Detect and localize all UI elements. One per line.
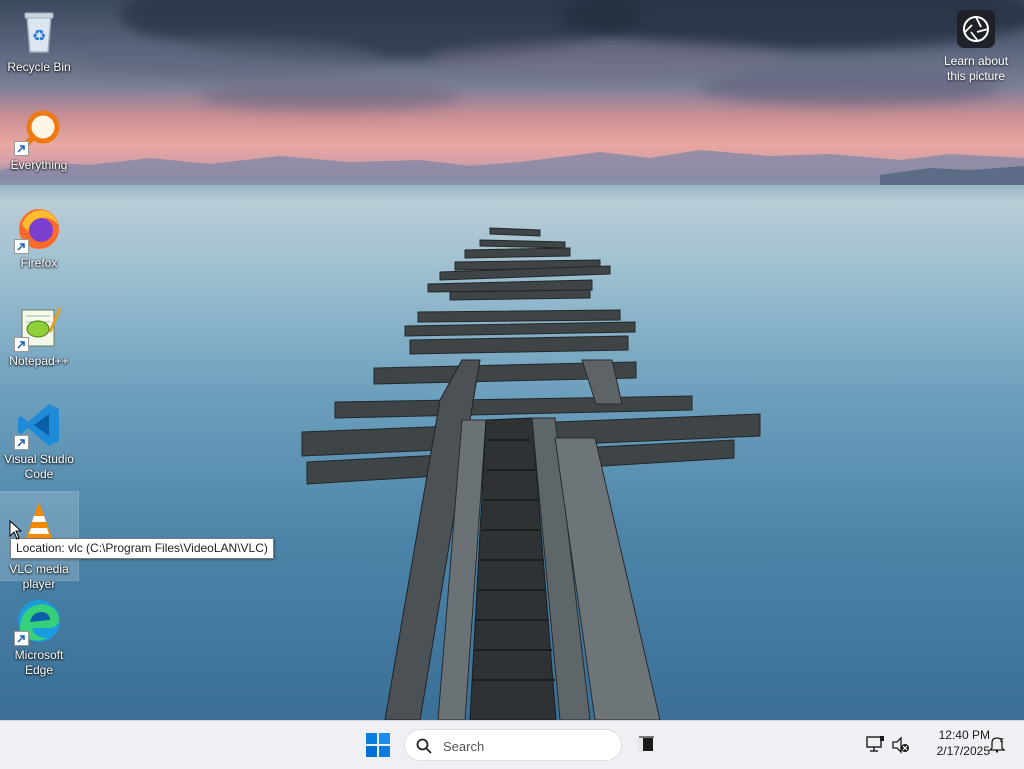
search-input[interactable]: [441, 736, 615, 756]
shortcut-arrow-icon: [14, 239, 29, 254]
desktop-icon-label: Firefox: [20, 256, 58, 270]
mouse-pointer-icon: [9, 520, 23, 540]
task-view-button[interactable]: [634, 733, 656, 755]
desktop-icon-everything[interactable]: Everything: [0, 100, 78, 188]
start-button[interactable]: [366, 733, 390, 757]
task-view-icon: [637, 736, 654, 751]
vscode-icon: [14, 400, 64, 450]
camera-lens-icon: [963, 16, 989, 42]
edge-icon: [14, 596, 64, 646]
volume-muted-icon[interactable]: [892, 736, 910, 754]
wooden-pier: [301, 227, 761, 720]
svg-text:z: z: [1000, 736, 1004, 744]
desktop-icon-label: Visual Studio Code: [4, 452, 74, 481]
system-clock[interactable]: 12:40 PM 2/17/2025: [918, 727, 990, 759]
taskbar: 12:40 PM 2/17/2025 z: [0, 720, 1024, 769]
firefox-icon: [14, 204, 64, 254]
shortcut-arrow-icon: [14, 435, 29, 450]
clock-date: 2/17/2025: [936, 744, 990, 758]
location-tooltip: Location: vlc (C:\Program Files\VideoLAN…: [10, 538, 274, 559]
search-icon: [416, 738, 432, 754]
recycle-bin-icon: ♻: [14, 8, 64, 58]
notepad-plus-plus-icon: [14, 302, 64, 352]
desktop-icon-edge[interactable]: Microsoft Edge: [0, 590, 78, 678]
desktop-icon-label: Recycle Bin: [7, 60, 71, 74]
desktop-wallpaper: [0, 0, 1024, 720]
notification-bell-icon[interactable]: z: [988, 735, 1006, 753]
desktop-icon-label: Notepad++: [9, 354, 69, 368]
shortcut-arrow-icon: [14, 337, 29, 352]
shortcut-arrow-icon: [14, 631, 29, 646]
desktop-icon-label: VLC media player: [9, 562, 69, 591]
desktop-icon-vscode[interactable]: Visual Studio Code: [0, 394, 78, 482]
desktop-icon-firefox[interactable]: Firefox: [0, 198, 78, 286]
clock-time: 12:40 PM: [938, 728, 990, 742]
everything-search-icon: [14, 106, 64, 156]
learn-about-label: Learn about this picture: [943, 54, 1009, 83]
taskbar-search-box[interactable]: [404, 729, 622, 761]
desktop-icon-label: Everything: [10, 158, 68, 172]
shortcut-arrow-icon: [14, 141, 29, 156]
learn-about-picture[interactable]: Learn about this picture: [936, 10, 1016, 84]
desktop-icon-label: Microsoft Edge: [14, 648, 64, 677]
network-icon[interactable]: [866, 735, 886, 753]
desktop-icon-notepad-plus-plus[interactable]: Notepad++: [0, 296, 78, 384]
learn-about-picture-button[interactable]: [957, 10, 995, 48]
svg-text:♻: ♻: [32, 26, 46, 45]
windows-logo-icon: [366, 733, 390, 757]
desktop-icon-recycle-bin[interactable]: ♻ Recycle Bin: [0, 2, 78, 90]
